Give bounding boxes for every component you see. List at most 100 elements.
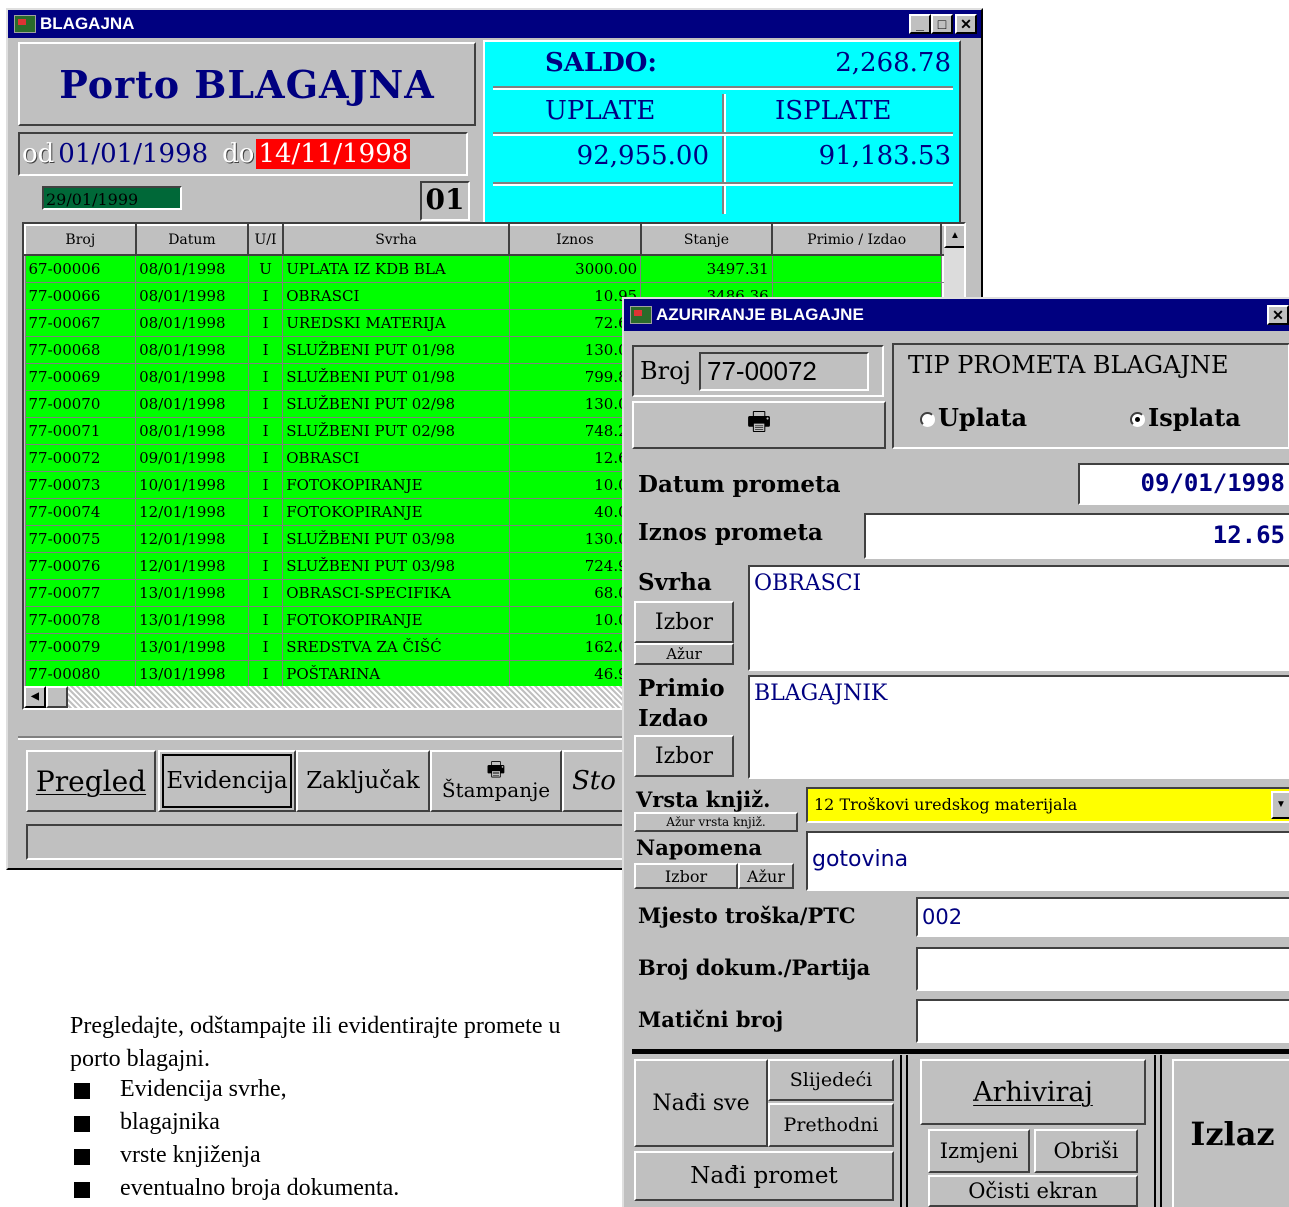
nadi-sve-button[interactable]: Nađi sve — [634, 1059, 768, 1147]
pregled-label: Pregled — [35, 764, 147, 798]
description-text: Pregledajte, odštampajte ili evidentiraj… — [70, 1013, 561, 1072]
isplata-radio-circle[interactable] — [1130, 412, 1145, 427]
table-cell: 10.00 — [508, 605, 642, 634]
izmjeni-button[interactable]: Izmjeni — [928, 1129, 1030, 1173]
table-row[interactable]: 67-00006 08/01/1998 U UPLATA IZ KDB BLA 3000… — [24, 254, 964, 283]
table-cell: 130.00 — [508, 524, 642, 553]
ocisti-ekran-button[interactable]: Očisti ekran — [928, 1175, 1138, 1207]
table-cell: 10.95 — [508, 281, 642, 310]
minimize-button[interactable]: _ — [909, 14, 931, 34]
column-header[interactable]: Broj — [24, 224, 137, 256]
table-cell: U — [247, 254, 284, 283]
list-item: blagajnika — [72, 1109, 592, 1142]
zakljucak-label: Zaključak — [306, 768, 420, 794]
table-cell: I — [247, 551, 284, 580]
column-header[interactable]: Iznos — [508, 224, 642, 256]
table-cell: 46.90 — [508, 659, 642, 688]
stampanje-label: Štampanje — [441, 778, 551, 802]
zakljucak-button[interactable]: Zaključak — [296, 750, 430, 812]
brojdok-field[interactable] — [916, 947, 1289, 991]
izlaz-label: Izlaz — [1190, 1115, 1275, 1153]
napomena-label: Napomena — [636, 835, 762, 860]
uplata-radio-circle[interactable] — [920, 412, 935, 427]
close-button[interactable]: ✕ — [955, 14, 977, 34]
date-from[interactable]: 01/01/1998 — [58, 139, 208, 169]
chevron-down-icon[interactable]: ▼ — [1271, 791, 1289, 819]
main-titlebar: BLAGAJNA _ □ ✕ — [8, 10, 981, 38]
napomena-field[interactable]: gotovina — [806, 831, 1289, 891]
svrha-field[interactable]: OBRASCI — [748, 565, 1289, 671]
table-cell: 77-00068 — [24, 335, 137, 364]
column-header[interactable]: U/I — [247, 224, 284, 256]
column-header[interactable]: Stanje — [639, 224, 774, 256]
table-cell: POŠTARINA — [282, 659, 510, 688]
prethodni-button[interactable]: Prethodni — [768, 1103, 894, 1147]
table-cell: I — [247, 281, 284, 310]
pregled-button[interactable]: Pregled — [26, 750, 156, 812]
primio-field[interactable]: BLAGAJNIK — [748, 675, 1289, 779]
dialog-app-icon — [630, 306, 652, 324]
column-header[interactable]: Datum — [134, 224, 250, 256]
sto-button[interactable]: Sto — [562, 750, 628, 812]
svrha-izbor-button[interactable]: Izbor — [634, 601, 734, 643]
table-cell: I — [247, 632, 284, 661]
nadi-promet-button[interactable]: Nađi promet — [634, 1151, 894, 1201]
feature-list: Evidencija svrhe, blagajnika vrste knjižen… — [72, 1076, 592, 1207]
broj-label: Broj — [640, 357, 691, 385]
arhiviraj-label: Arhiviraj — [973, 1076, 1093, 1108]
table-cell: I — [247, 470, 284, 499]
slijedeci-button[interactable]: Slijedeći — [768, 1059, 894, 1101]
uplata-radio[interactable]: Uplata — [920, 403, 1027, 432]
vrsta-select[interactable]: 12 Troškovi uredskog materijala ▼ — [806, 787, 1289, 823]
scroll-thumb[interactable] — [46, 686, 68, 708]
izlaz-button[interactable]: Izlaz — [1172, 1059, 1289, 1207]
maximize-button[interactable]: □ — [931, 14, 953, 34]
table-cell: 77-00070 — [24, 389, 137, 418]
stampanje-button[interactable]: 🖶 Štampanje — [430, 750, 562, 812]
saldo-value: 2,268.78 — [835, 48, 951, 78]
column-header[interactable]: Primio / Izdao — [771, 224, 943, 256]
printer-icon: 🖶 — [746, 407, 772, 437]
izbor-label: Izbor — [664, 866, 708, 886]
isplata-radio[interactable]: Isplata — [1130, 403, 1241, 432]
divider — [632, 1049, 1289, 1054]
table-cell: 77-00077 — [24, 578, 137, 607]
table-cell: 130.00 — [508, 389, 642, 418]
sto-label: Sto — [572, 766, 616, 796]
brojdok-label: Broj dokum./Partija — [638, 955, 871, 980]
table-cell — [771, 254, 942, 283]
iznos-field[interactable]: 12.65 — [864, 513, 1289, 559]
isplata-label: Isplata — [1148, 403, 1241, 432]
azur-vrsta-label: Ažur vrsta knjiž. — [666, 815, 766, 829]
scroll-left-button[interactable]: ◀ — [24, 686, 46, 708]
table-cell: 08/01/1998 — [135, 254, 249, 283]
obrisi-button[interactable]: Obriši — [1034, 1129, 1138, 1173]
primio-label: Primio — [638, 675, 725, 702]
table-cell: I — [247, 362, 284, 391]
primio-izbor-button[interactable]: Izbor — [634, 735, 734, 777]
azur-vrsta-button[interactable]: Ažur vrsta knjiž. — [634, 812, 798, 832]
arhiviraj-button[interactable]: Arhiviraj — [920, 1059, 1146, 1125]
print-button[interactable]: 🖶 — [632, 401, 886, 449]
evidencija-button[interactable]: Evidencija — [158, 750, 296, 812]
date-to[interactable]: 14/11/1998 — [256, 139, 411, 169]
datum-field[interactable]: 09/01/1998 — [1078, 463, 1289, 505]
table-cell: I — [247, 659, 284, 688]
dialog-close-button[interactable]: ✕ — [1267, 305, 1289, 325]
table-cell: OBRASCI — [282, 281, 510, 310]
svrha-azur-button[interactable]: Ažur — [634, 643, 734, 665]
column-header[interactable]: Svrha — [281, 224, 511, 256]
slijedeci-label: Slijedeći — [789, 1069, 873, 1091]
table-cell: SLUŽBENI PUT 01/98 — [282, 362, 510, 391]
napomena-izbor-button[interactable]: Izbor — [634, 863, 738, 889]
mjesto-field[interactable]: 002 — [916, 897, 1289, 937]
napomena-azur-button[interactable]: Ažur — [738, 863, 794, 889]
printer-icon: 🖶 — [486, 757, 506, 781]
table-cell: 08/01/1998 — [135, 281, 249, 310]
maticni-field[interactable] — [916, 999, 1289, 1043]
table-cell: I — [247, 524, 284, 553]
scroll-up-button[interactable]: ▲ — [944, 224, 964, 248]
table-cell: 130.00 — [508, 335, 642, 364]
datum-label-text: Datum prometa — [638, 471, 841, 498]
table-cell: 77-00067 — [24, 308, 137, 337]
